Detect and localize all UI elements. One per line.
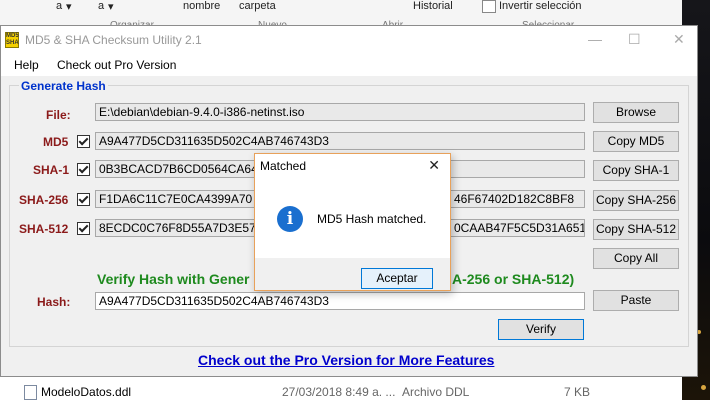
copy-sha512-button[interactable]: Copy SHA-512 bbox=[593, 219, 679, 240]
menu-help[interactable]: Help bbox=[14, 58, 39, 72]
close-icon[interactable]: ✕ bbox=[428, 157, 440, 174]
sha256-hash-right: 46F67402D182C8BF8 bbox=[454, 192, 575, 206]
verify-title-right: A-256 or SHA-512) bbox=[452, 271, 575, 287]
browse-button[interactable]: Browse bbox=[593, 102, 679, 123]
app-icon: MD5 SHA bbox=[5, 32, 19, 48]
file-name: ModeloDatos.ddl bbox=[41, 385, 132, 399]
md5-hash-field[interactable]: A9A477D5CD311635D502C4AB746743D3 bbox=[95, 132, 585, 150]
file-date: 27/03/2018 8:49 a. ... bbox=[282, 385, 396, 399]
ribbon-dropdown-a2[interactable]: a bbox=[98, 0, 104, 12]
copy-sha1-button[interactable]: Copy SHA-1 bbox=[593, 160, 679, 181]
file-type: Archivo DDL bbox=[402, 385, 470, 399]
ribbon-dropdown-a1[interactable]: a bbox=[56, 0, 62, 12]
dialog-message: MD5 Hash matched. bbox=[317, 212, 427, 226]
copy-md5-button[interactable]: Copy MD5 bbox=[593, 131, 679, 152]
sha256-hash-left: F1DA6C11C7E0CA4399A70 bbox=[99, 192, 253, 206]
info-icon: i bbox=[277, 206, 303, 232]
window-title: MD5 & SHA Checksum Utility 2.1 bbox=[25, 33, 202, 47]
sha512-label: SHA-512 bbox=[19, 222, 69, 236]
chevron-down-icon: ▾ bbox=[108, 1, 114, 13]
file-icon bbox=[24, 385, 37, 400]
accept-button[interactable]: Aceptar bbox=[361, 268, 433, 289]
ribbon-rename-label[interactable]: nombre bbox=[183, 0, 220, 12]
verify-button[interactable]: Verify bbox=[498, 319, 584, 340]
group-title: Generate Hash bbox=[19, 79, 108, 93]
sha512-checkbox[interactable] bbox=[77, 222, 90, 235]
menu-bar: Help Check out Pro Version bbox=[1, 54, 697, 76]
file-path-field[interactable]: E:\debian\debian-9.4.0-i386-netinst.iso bbox=[95, 103, 585, 121]
pro-version-link[interactable]: Check out the Pro Version for More Featu… bbox=[198, 352, 494, 368]
sha256-checkbox[interactable] bbox=[77, 193, 90, 206]
file-size: 7 KB bbox=[564, 385, 591, 399]
title-bar[interactable]: MD5 SHA MD5 & SHA Checksum Utility 2.1 —… bbox=[1, 26, 697, 54]
file-label: File: bbox=[46, 108, 71, 122]
verify-hash-input[interactable]: A9A477D5CD311635D502C4AB746743D3 bbox=[95, 292, 585, 310]
invert-selection-icon bbox=[482, 0, 496, 13]
ribbon-folder-label[interactable]: carpeta bbox=[239, 0, 276, 12]
list-item[interactable]: ModeloDatos.ddl 27/03/2018 8:49 a. ... A… bbox=[0, 384, 682, 400]
sha1-label: SHA-1 bbox=[33, 163, 70, 177]
sha256-label: SHA-256 bbox=[19, 193, 69, 207]
dialog-footer: Aceptar bbox=[255, 258, 450, 290]
ribbon-history-label[interactable]: Historial bbox=[413, 0, 453, 12]
minimize-icon[interactable]: — bbox=[588, 31, 602, 47]
dialog-title: Matched bbox=[260, 159, 307, 173]
md5-label: MD5 bbox=[43, 135, 69, 149]
copy-sha256-button[interactable]: Copy SHA-256 bbox=[593, 190, 679, 211]
sha512-hash-left: 8ECDC0C76F8D55A7D3E57 bbox=[99, 221, 256, 235]
maximize-icon[interactable]: ☐ bbox=[628, 31, 641, 48]
menu-pro-version[interactable]: Check out Pro Version bbox=[57, 58, 176, 72]
ribbon-invert-selection-label[interactable]: Invertir selección bbox=[499, 0, 582, 12]
paste-button[interactable]: Paste bbox=[593, 290, 679, 311]
md5-checkbox[interactable] bbox=[77, 135, 90, 148]
sha512-hash-right: 0CAAB47F5C5D31A651 bbox=[454, 221, 585, 235]
hash-label: Hash: bbox=[37, 295, 71, 309]
copy-all-button[interactable]: Copy All bbox=[593, 248, 679, 269]
close-icon[interactable]: ✕ bbox=[673, 31, 685, 48]
verify-title-left: Verify Hash with Gener bbox=[97, 271, 250, 287]
wallpaper-spark bbox=[701, 385, 706, 390]
chevron-down-icon: ▾ bbox=[66, 1, 72, 13]
matched-dialog: Matched ✕ i MD5 Hash matched. Aceptar bbox=[254, 153, 451, 291]
sha1-checkbox[interactable] bbox=[77, 163, 90, 176]
